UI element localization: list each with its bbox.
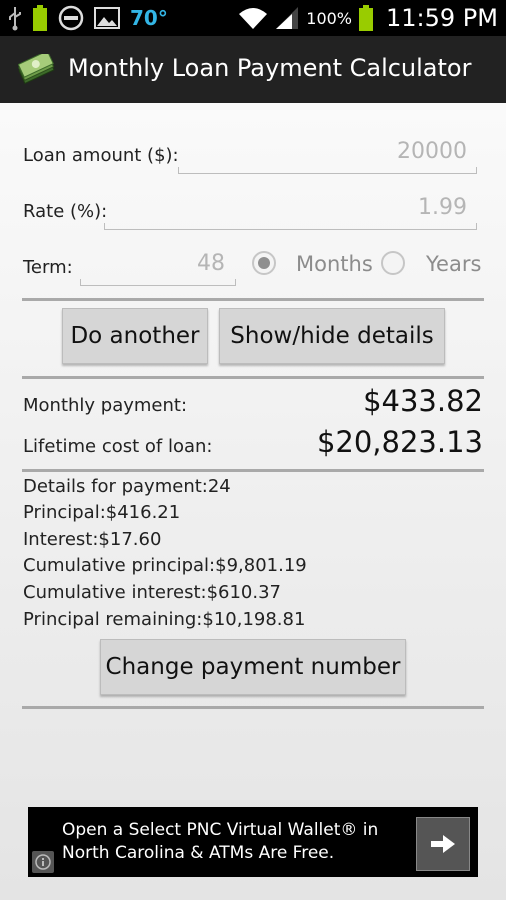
term-label: Term:: [23, 257, 73, 278]
info-icon[interactable]: [32, 851, 54, 873]
term-underline: [80, 279, 236, 286]
system-icons: 100% 11:59 PM: [238, 3, 498, 33]
detail-cumulative-interest: Cumulative interest:$610.37: [23, 582, 282, 603]
rate-label: Rate (%):: [23, 201, 108, 222]
detail-principal-remaining: Principal remaining:$10,198.81: [23, 609, 306, 630]
detail-payment-number: Details for payment:24: [23, 476, 231, 497]
action-bar: Monthly Loan Payment Calculator: [0, 36, 506, 103]
divider-results: [22, 469, 484, 472]
notification-icons: 70°: [8, 4, 168, 32]
battery-icon: [359, 5, 374, 31]
months-radio-label[interactable]: Months: [296, 252, 373, 276]
loan-amount-label: Loan amount ($):: [23, 145, 179, 166]
status-bar: 70° 100% 11:59 PM: [0, 0, 506, 36]
arrow-right-icon: [431, 835, 455, 853]
change-payment-number-button[interactable]: Change payment number: [100, 639, 406, 695]
clock-text: 11:59 PM: [386, 4, 498, 32]
detail-cumulative-principal: Cumulative principal:$9,801.19: [23, 555, 307, 576]
rate-input[interactable]: 1.99: [106, 195, 467, 220]
loan-amount-input[interactable]: 20000: [180, 139, 467, 164]
signal-icon: [276, 7, 299, 29]
lifetime-cost-label: Lifetime cost of loan:: [23, 436, 213, 457]
divider-bottom: [22, 706, 484, 709]
divider-middle: [22, 376, 484, 379]
loan-amount-underline: [178, 167, 477, 174]
lifetime-cost-value: $20,823.13: [316, 425, 483, 459]
months-radio[interactable]: [252, 251, 276, 275]
radio-selected-dot: [258, 257, 270, 269]
term-input[interactable]: 48: [82, 251, 225, 276]
divider-top: [22, 298, 484, 301]
image-icon: [94, 7, 120, 29]
money-icon: [18, 54, 55, 84]
detail-interest: Interest:$17.60: [23, 529, 162, 550]
do-another-button[interactable]: Do another: [62, 308, 208, 364]
battery-full-icon: [33, 5, 47, 31]
monthly-payment-label: Monthly payment:: [23, 395, 188, 416]
app-title: Monthly Loan Payment Calculator: [68, 54, 472, 82]
show-hide-details-button[interactable]: Show/hide details: [219, 308, 445, 364]
usb-icon: [9, 7, 21, 31]
ad-arrow-button[interactable]: [416, 817, 470, 871]
temperature-text: 70°: [130, 6, 168, 30]
ad-text[interactable]: Open a Select PNC Virtual Wallet® in Nor…: [62, 819, 402, 865]
wifi-icon: [239, 8, 268, 29]
ad-banner[interactable]: Open a Select PNC Virtual Wallet® in Nor…: [28, 807, 478, 877]
detail-principal: Principal:$416.21: [23, 502, 181, 523]
rate-underline: [104, 223, 477, 230]
do-not-disturb-icon: [58, 5, 84, 31]
battery-percent-text: 100%: [306, 8, 353, 28]
years-radio-label[interactable]: Years: [426, 252, 481, 276]
calculator-content: Loan amount ($): 20000 Rate (%): 1.99 Te…: [0, 103, 506, 900]
monthly-payment-value: $433.82: [363, 384, 483, 418]
years-radio[interactable]: [381, 251, 405, 275]
